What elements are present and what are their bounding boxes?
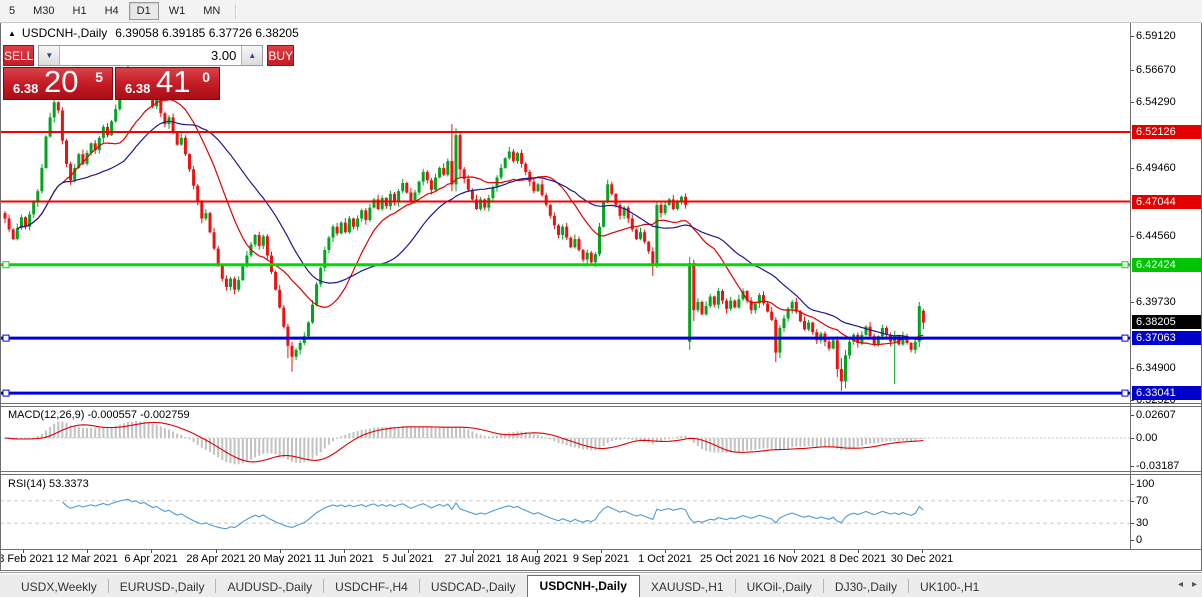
tab-usdx-weekly[interactable]: USDX,Weekly [10,577,108,597]
current-price-flag: 6.38205 [1132,315,1202,329]
timeframe-button-5[interactable]: 5 [1,2,23,20]
date-axis-label: 5 Jul 2021 [382,553,434,565]
date-axis-label: 9 Sep 2021 [572,553,630,565]
bid-price-button[interactable]: 6.38 20 5 [3,64,113,100]
ask-big-digits: 41 [156,64,191,99]
date-axis-label: 20 May 2021 [248,553,312,565]
ask-point-digit: 0 [202,69,210,85]
line-drag-handle[interactable] [1121,334,1129,342]
volume-input[interactable] [60,46,242,65]
tab-ukoil-daily[interactable]: UKOil-,Daily [736,577,823,597]
date-axis-label: 11 Jun 2021 [314,553,374,565]
mt4-terminal: 5 M30 H1 H4 D1 W1 MN 6.59120 6.56670 6.54290 6.49… [0,0,1202,597]
bid-big-digits: 20 [44,64,79,99]
sell-button[interactable]: SELL [3,45,35,66]
line-drag-handle[interactable] [1121,261,1129,269]
timeframe-button-d1[interactable]: D1 [128,2,159,20]
tab-xauusd-h1[interactable]: XAUUSD-,H1 [640,577,735,597]
symbol-tab-bar: USDX,Weekly EURUSD-,Daily AUDUSD-,Daily USD… [0,572,1202,597]
tab-usdcad-daily[interactable]: USDCAD-,Daily [420,577,527,597]
volume-increase-arrow-icon[interactable]: ▲ [241,46,263,65]
chart-ohlc-values: 6.39058 6.39185 6.37726 6.38205 [115,26,299,40]
one-click-trading-panel: SELL ▼ ▲ BUY 6.38 20 5 6.38 41 0 [3,45,295,100]
bid-prefix: 6.38 [13,81,39,96]
ma-line-fast [17,98,924,346]
timeframe-button-mn[interactable]: MN [195,2,228,20]
toolbar-separator [235,3,238,19]
line-drag-handle[interactable] [2,261,10,269]
bid-point-digit: 5 [95,69,103,85]
date-axis-label: 25 Oct 2021 [700,553,760,565]
price-axis-label: 6.49460 [1136,162,1176,174]
rsi-indicator-label: RSI(14) 53.3373 [8,478,89,490]
date-axis-label: 28 Apr 2021 [186,553,246,565]
date-axis-label: 18 Feb 2021 [0,553,54,565]
candlesticks [3,61,925,391]
tabs-scroll-left-icon[interactable]: ◂ [1178,579,1183,590]
tab-usdcnh-daily[interactable]: USDCNH-,Daily [526,575,640,597]
horizontal-level-lines[interactable] [0,131,1130,397]
chart-symbol-period: USDCNH-,Daily [21,26,108,40]
timeframe-button-h4[interactable]: H4 [97,2,127,20]
price-axis-label: 6.44560 [1136,230,1176,242]
date-axis-label: 12 Mar 2021 [56,553,118,565]
hline-price-flag: 6.52126 [1132,125,1202,139]
timeframe-button-h1[interactable]: H1 [65,2,95,20]
volume-box: ▼ ▲ [38,45,264,66]
price-axis-label: 6.54290 [1136,96,1176,108]
collapse-arrow-icon[interactable]: ▲ [8,29,16,38]
volume-decrease-arrow-icon[interactable]: ▼ [39,46,61,65]
date-axis-label: 1 Oct 2021 [638,553,692,565]
price-axis-label: 6.34900 [1136,362,1176,374]
price-axis-label: 6.59120 [1136,30,1176,42]
timeframe-button-m30[interactable]: M30 [25,2,62,20]
date-axis-label: 6 Apr 2021 [124,553,178,565]
tab-uk100-h1[interactable]: UK100-,H1 [909,577,990,597]
macd-indicator-label: MACD(12,26,9) -0.000557 -0.002759 [8,409,190,421]
tabs-scroll-right-icon[interactable]: ▸ [1192,579,1197,590]
timeframe-button-w1[interactable]: W1 [161,2,194,20]
line-drag-handle[interactable] [2,389,10,397]
ask-price-button[interactable]: 6.38 41 0 [115,64,220,100]
ask-prefix: 6.38 [125,81,151,96]
tab-eurusd-daily[interactable]: EURUSD-,Daily [109,577,216,597]
chart-title: ▲ USDCNH-,Daily 6.39058 6.39185 6.37726 6.… [8,26,299,40]
rsi-axis-label: 100 [1136,478,1155,490]
hline-price-flag: 6.37063 [1132,331,1202,345]
rsi-line [62,498,924,530]
date-axis-label: 27 Jul 2021 [444,553,502,565]
hline-price-flag: 6.42424 [1132,258,1202,272]
tab-dj30-daily[interactable]: DJ30-,Daily [824,577,908,597]
hline-price-flag: 6.33041 [1132,386,1202,400]
buy-button[interactable]: BUY [267,45,295,66]
price-axis-label: 6.39730 [1136,296,1176,308]
date-axis-label: 8 Dec 2021 [829,553,887,565]
date-axis-label: 16 Nov 2021 [762,553,826,565]
rsi-axis-label: 30 [1136,517,1149,529]
rsi-axis-label: 70 [1136,495,1149,507]
macd-axis-label: 0.00 [1136,432,1158,444]
timeframe-toolbar: 5 M30 H1 H4 D1 W1 MN [0,0,1202,23]
hline-price-flag: 6.47044 [1132,195,1202,209]
rsi-axis-label: 0 [1136,534,1143,546]
line-drag-handle[interactable] [1121,389,1129,397]
price-axis-label: 6.56670 [1136,64,1176,76]
date-axis-label: 18 Aug 2021 [506,553,568,565]
ma-line-slow [17,120,924,340]
tab-audusd-daily[interactable]: AUDUSD-,Daily [216,577,323,597]
line-drag-handle[interactable] [2,334,10,342]
date-axis-label: 30 Dec 2021 [890,553,954,565]
tab-usdchf-h4[interactable]: USDCHF-,H4 [324,577,419,597]
macd-axis-label: 0.02607 [1136,409,1176,421]
